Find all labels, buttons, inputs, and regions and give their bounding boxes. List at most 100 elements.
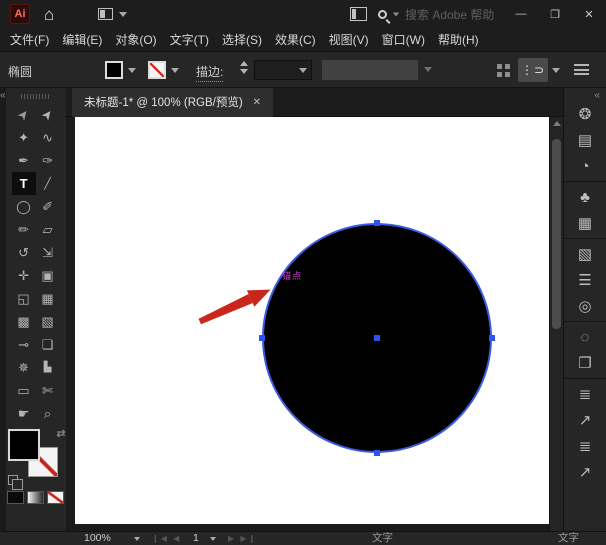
mesh-tool[interactable]: ▩ [12,310,36,333]
default-fill-stroke-icon[interactable] [7,475,23,490]
free-transform-tool[interactable]: ▣ [36,264,60,287]
gradient-tool[interactable]: ▧ [36,310,60,333]
menu-item-5[interactable]: 效果(C) [275,31,316,48]
rotate-tool[interactable]: ↺ [12,241,36,264]
none-mode-button[interactable] [47,491,65,504]
direct-selection-tool[interactable]: ➤ [36,103,60,126]
pen-tool[interactable]: ✒ [12,149,36,172]
perspective-grid-tool[interactable]: ▦ [36,287,60,310]
artboard-tool[interactable]: ▭ [12,379,36,402]
workspace-icon[interactable] [350,7,367,21]
panel-toggle-button[interactable]: ⋮⊃ [518,58,548,82]
center-point[interactable] [374,335,380,341]
zoom-tool[interactable]: ⌕ [36,402,60,425]
puppet-warp-tool[interactable]: ✛ [12,264,36,287]
color-panel-icon[interactable]: ❂ [564,101,606,127]
zoom-chevron-icon[interactable] [134,537,140,541]
right-rail: « ❂ ▤ ◔ ♣ ▦ ▧ ☰ ◎ ◌ ❐ ≣ ↗ ≣ ↗ [563,88,606,531]
gradient-mode-button[interactable] [27,491,45,504]
home-icon[interactable]: ⌂ [44,6,54,23]
zoom-level[interactable]: 100% [84,532,111,545]
menu-item-0[interactable]: 文件(F) [10,31,49,48]
hand-tool[interactable]: ☛ [12,402,36,425]
anchor-top[interactable] [374,220,380,226]
stroke-label[interactable]: 描边: [196,63,224,82]
menu-item-8[interactable]: 帮助(H) [438,31,479,48]
artboard-nav-back[interactable]: ❙◀ ◀ [152,532,181,545]
stroke-weight-dropdown[interactable] [254,60,312,80]
artboard-nav-forward[interactable]: ▶ ▶❙ [228,532,257,545]
vertical-scrollbar[interactable] [549,117,563,531]
menu-item-2[interactable]: 对象(O) [115,31,156,48]
menu-item-1[interactable]: 编辑(E) [62,31,102,48]
menu-item-4[interactable]: 选择(S) [222,31,262,48]
swatches-panel-icon[interactable]: ▦ [564,210,606,236]
artboard-chevron-icon[interactable] [210,537,216,541]
search-placeholder: 搜索 Adobe 帮助 [405,7,495,22]
artboard-number[interactable]: 1 [193,532,199,545]
type-tool[interactable]: T [11,172,36,195]
lasso-tool[interactable]: ∿ [36,126,60,149]
stroke-weight-stepper[interactable] [240,61,248,74]
variable-width-dropdown[interactable] [322,60,418,80]
symbols-panel-icon[interactable]: ♣ [564,184,606,210]
blend-tool[interactable]: ❏ [36,333,60,356]
minimize-button[interactable]: — [504,0,538,28]
menu-item-3[interactable]: 文字(T) [170,31,209,48]
canvas[interactable]: 锚点 [66,117,549,531]
scale-tool[interactable]: ⇲ [36,241,60,264]
panel-expand-button[interactable]: « [594,88,606,101]
menu-item-7[interactable]: 窗口(W) [382,31,425,48]
color-guide-panel-icon[interactable]: ▤ [564,127,606,153]
magic-wand-tool[interactable]: ✦ [12,126,36,149]
eyedropper-tool[interactable]: ⊸ [12,333,36,356]
layers-panel-icon[interactable]: ≣ [564,381,606,407]
image-trace-panel-icon[interactable]: ◌ [564,324,606,350]
artboards-panel-icon[interactable]: ❐ [564,350,606,376]
line-segment-tool[interactable]: ╱ [36,172,60,195]
tab-close-icon[interactable]: ✕ [253,97,261,108]
anchor-left[interactable] [259,335,265,341]
pencil-tool[interactable]: ✏ [12,218,36,241]
document-tab[interactable]: 未标题-1* @ 100% (RGB/预览) ✕ [72,87,274,117]
libraries-panel-icon[interactable]: ◔ [564,153,606,179]
color-mode-button[interactable] [7,491,25,504]
graph-tool[interactable]: ▙ [36,356,60,379]
arrange-documents-button[interactable] [98,8,128,20]
ellipse-tool[interactable]: ◯ [12,195,36,218]
menu-item-6[interactable]: 视图(V) [329,31,369,48]
layers-panel-icon-2[interactable]: ≣ [564,433,606,459]
toolbar-drag-handle[interactable] [20,94,51,99]
smart-guide-label: 锚点 [282,271,303,281]
panel-separator [563,378,606,379]
paintbrush-tool[interactable]: ✐ [36,195,60,218]
eraser-tool[interactable]: ▱ [36,218,60,241]
scroll-up-icon[interactable] [553,121,561,126]
stroke-color-swatch[interactable] [148,61,166,79]
fill-indicator[interactable] [7,429,40,461]
swap-fill-stroke-icon[interactable]: ⇄ [56,427,65,440]
tool-grid: ➤ ➤ ✦ ∿ ✒ ✑ T ╱ ◯ ✐ ✏ ▱ ↺ ⇲ ✛ ▣ ◱ ▦ ▩ ▧ ⊸ ❏ ✵ ▙ ▭ ✄ ☛ ⌕ [11,103,60,425]
asset-export-panel-icon[interactable]: ↗ [564,407,606,433]
scrollbar-thumb[interactable] [552,139,561,329]
transparency-panel-icon[interactable]: ◎ [564,293,606,319]
gradient-panel-icon[interactable]: ▧ [564,241,606,267]
symbol-sprayer-tool[interactable]: ✵ [12,356,36,379]
curvature-tool[interactable]: ✑ [36,149,60,172]
slice-tool[interactable]: ✄ [36,379,60,402]
anchor-right[interactable] [489,335,495,341]
maximize-button[interactable]: ❐ [538,0,572,28]
selection-tool[interactable]: ➤ [12,103,36,126]
panel-toggle-chevron-icon[interactable] [552,68,560,73]
asset-export-panel-icon-2[interactable]: ↗ [564,459,606,485]
fill-color-swatch[interactable] [105,61,123,79]
stroke-chevron-icon[interactable] [171,68,179,73]
close-button[interactable]: ✕ [572,0,606,28]
align-grid-icon[interactable] [497,64,510,77]
shape-builder-tool[interactable]: ◱ [12,287,36,310]
stroke-panel-icon[interactable]: ☰ [564,267,606,293]
tool-panel: ➤ ➤ ✦ ∿ ✒ ✑ T ╱ ◯ ✐ ✏ ▱ ↺ ⇲ ✛ ▣ ◱ ▦ ▩ ▧ ⊸ ❏ ✵ ▙ ▭ ✄ ☛ ⌕ ⇄ [5,88,67,531]
anchor-bottom[interactable] [374,450,380,456]
control-menu-icon[interactable] [574,64,589,75]
fill-chevron-icon[interactable] [128,68,136,73]
